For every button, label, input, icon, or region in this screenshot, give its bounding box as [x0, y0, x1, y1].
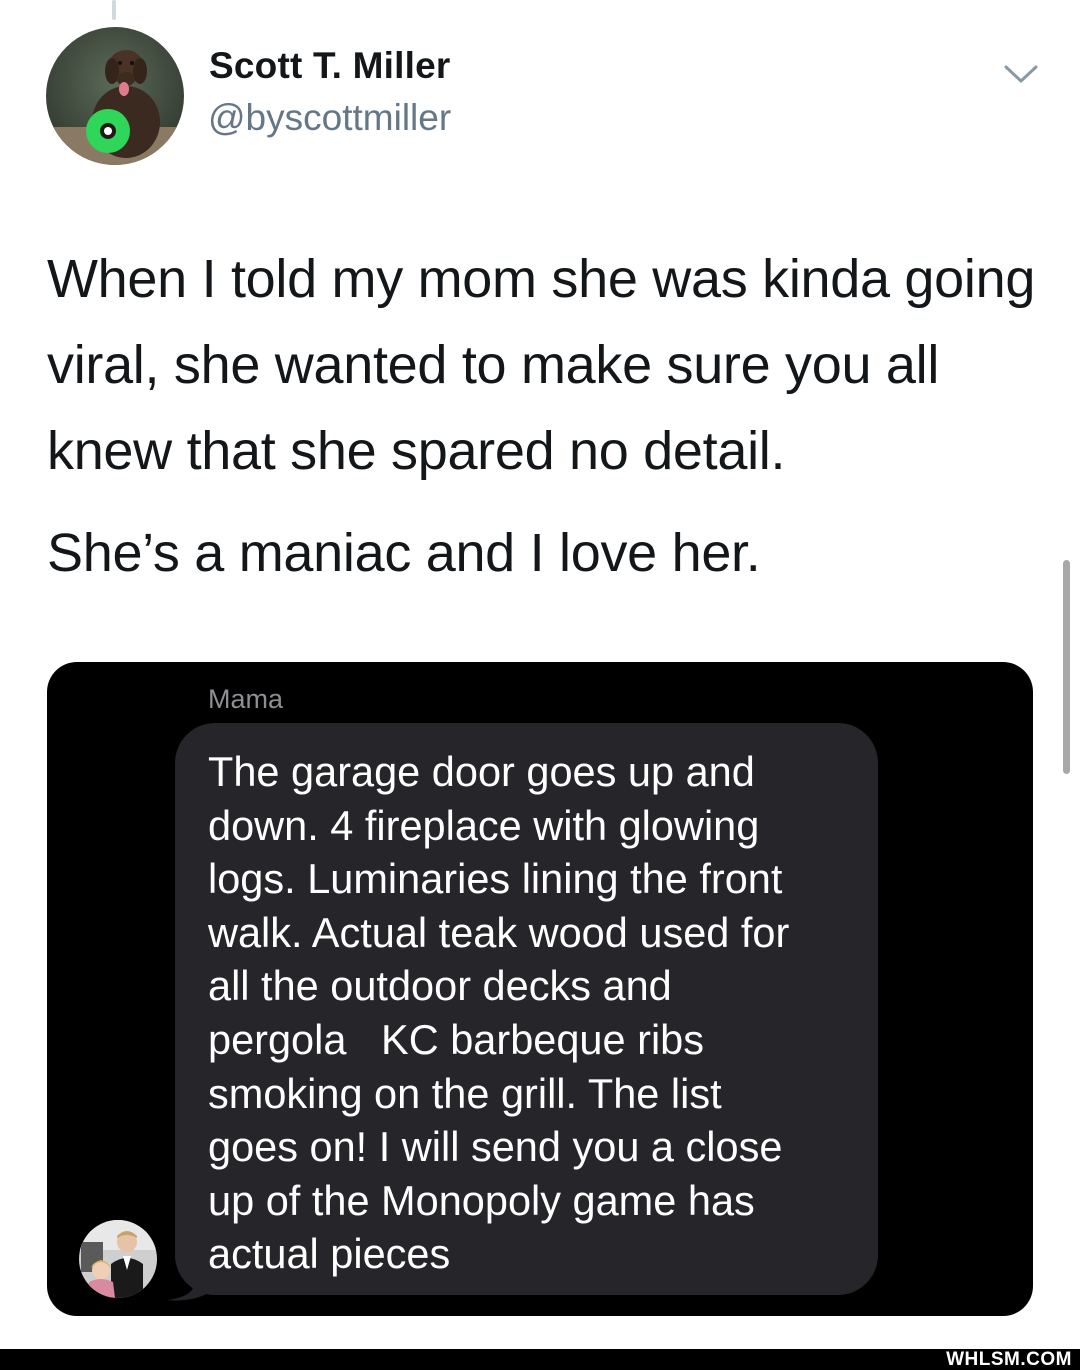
author-name[interactable]: Scott T. Miller: [209, 45, 450, 87]
scrollbar[interactable]: [1063, 560, 1070, 774]
author-avatar[interactable]: [46, 27, 184, 165]
tweet-text-second-paragraph: She’s a maniac and I love her.: [47, 523, 761, 583]
watermark: WHLSM.COM: [946, 1349, 1072, 1370]
message-text: The garage door goes up and down. 4 fire…: [208, 748, 790, 1278]
tweet-text: When I told my mom she was kinda going v…: [47, 249, 1036, 481]
message-bubble: The garage door goes up and down. 4 fire…: [175, 723, 878, 1295]
sender-avatar: [79, 1220, 157, 1298]
message-screenshot-media[interactable]: Mama The garage door goes up and down. 4…: [47, 662, 1033, 1316]
chevron-down-icon[interactable]: [1002, 58, 1040, 88]
tweet-screenshot: Scott T. Miller @byscottmiller When I to…: [0, 0, 1080, 1370]
author-handle[interactable]: @byscottmiller: [208, 97, 451, 139]
watermark-bar: [0, 1349, 1080, 1370]
sender-name: Mama: [208, 684, 284, 714]
thread-line: [112, 0, 116, 20]
